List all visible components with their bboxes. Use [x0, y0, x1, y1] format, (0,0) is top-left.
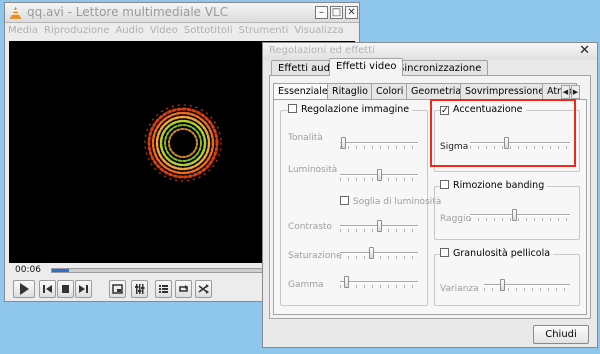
subtab-essenziale[interactable]: Essenziale — [273, 83, 333, 100]
hue-slider-thumb[interactable] — [341, 137, 346, 149]
gamma-slider[interactable] — [340, 275, 418, 289]
menu-riproduzione[interactable]: Riproduzione — [41, 23, 112, 36]
close-window-button[interactable]: ✕ — [345, 6, 358, 19]
time-elapsed: 00:06 — [15, 265, 41, 275]
dialog-close-icon[interactable]: ✕ — [579, 43, 590, 58]
menu-media[interactable]: Media — [5, 23, 41, 36]
brightness-label: Luminosità — [288, 165, 338, 175]
playlist-button[interactable] — [155, 280, 172, 298]
previous-icon — [43, 285, 52, 293]
subtab-scroll-right-icon[interactable]: ▶ — [571, 85, 580, 99]
variance-slider[interactable] — [484, 278, 570, 292]
vlc-window-title: qq.avi - Lettore multimediale VLC — [27, 5, 229, 19]
subtab-geometria[interactable]: Geometria — [406, 83, 467, 99]
sigma-slider-thumb[interactable] — [504, 137, 509, 149]
saturation-label: Saturazione — [288, 251, 342, 261]
brightness-slider-thumb[interactable] — [377, 169, 382, 181]
loop-button[interactable] — [175, 280, 192, 298]
variance-label: Varianza — [440, 284, 479, 294]
menu-video[interactable]: Video — [147, 23, 181, 36]
essenziale-panel: Regolazione immagine Tonalità Luminosità… — [273, 99, 587, 315]
seek-slider[interactable] — [51, 268, 271, 273]
play-button[interactable] — [13, 280, 35, 298]
image-adjust-header: Regolazione immagine — [288, 104, 413, 115]
contrast-slider-thumb[interactable] — [377, 220, 382, 232]
brightness-slider[interactable] — [340, 168, 418, 182]
shuffle-button[interactable] — [195, 280, 212, 298]
variance-slider-thumb[interactable] — [500, 279, 505, 291]
chiudi-button[interactable]: Chiudi — [533, 325, 589, 344]
radius-slider[interactable] — [470, 208, 570, 222]
subtab-sovrimpressione[interactable]: Sovrimpressione — [460, 83, 550, 99]
vlc-menubar: Media Riproduzione Audio Video Sottotitoli St… — [5, 23, 359, 40]
next-icon — [79, 285, 88, 293]
audio-visualization — [144, 104, 222, 182]
sigma-slider[interactable] — [470, 136, 570, 150]
radius-slider-thumb[interactable] — [512, 209, 517, 221]
extended-settings-button[interactable] — [131, 280, 148, 298]
threshold-label: Soglia di luminosità — [353, 197, 442, 207]
previous-button[interactable] — [39, 280, 56, 298]
contrast-slider[interactable] — [340, 219, 418, 233]
minimize-button[interactable]: – — [315, 6, 328, 19]
grain-header: Granulosità pellicola — [440, 248, 554, 259]
saturation-slider[interactable] — [340, 246, 418, 260]
hue-slider[interactable] — [340, 136, 418, 150]
image-adjust-checkbox[interactable] — [288, 104, 297, 113]
dialog-titlebar[interactable]: Regolazioni ed effetti ✕ — [263, 43, 597, 60]
stop-icon — [62, 285, 69, 293]
grain-checkbox[interactable] — [440, 248, 449, 257]
hue-label: Tonalità — [288, 133, 323, 143]
gamma-slider-thumb[interactable] — [344, 276, 349, 288]
contrast-label: Contrasto — [288, 222, 332, 232]
sharpen-header: ✓ Accentuazione — [440, 104, 526, 116]
seek-progress — [52, 269, 70, 272]
subtab-scroll-left-icon[interactable]: ◀ — [561, 85, 570, 99]
sharpen-label: Accentuazione — [453, 104, 523, 115]
banding-checkbox[interactable] — [440, 180, 449, 189]
threshold-row: Soglia di luminosità — [340, 196, 444, 207]
vlc-cone-icon — [10, 6, 21, 19]
vlc-titlebar[interactable]: qq.avi - Lettore multimediale VLC – □ ✕ — [5, 3, 359, 23]
tab-sincronizzazione[interactable]: Sincronizzazione — [391, 60, 489, 76]
adjustments-dialog: Regolazioni ed effetti ✕ Effetti audio E… — [262, 42, 598, 348]
menu-strumenti[interactable]: Strumenti — [236, 23, 292, 36]
banding-header: Rimozione banding — [440, 180, 548, 191]
image-adjust-label: Regolazione immagine — [301, 104, 410, 115]
banding-label: Rimozione banding — [453, 180, 545, 191]
sigma-label: Sigma — [440, 142, 469, 152]
menu-audio[interactable]: Audio — [112, 23, 146, 36]
gamma-label: Gamma — [288, 280, 324, 290]
shuffle-icon — [198, 284, 209, 294]
dialog-title: Regolazioni ed effetti — [269, 45, 375, 56]
subtab-strip: Essenziale Ritaglio Colori Geometria Sov… — [273, 83, 587, 100]
saturation-slider-thumb[interactable] — [369, 247, 374, 259]
loop-icon — [179, 285, 188, 292]
stop-button[interactable] — [57, 280, 74, 298]
maximize-button[interactable]: □ — [330, 6, 343, 19]
radius-label: Raggio — [440, 214, 472, 224]
tab-effetti-video[interactable]: Effetti video — [329, 58, 404, 76]
fullscreen-icon — [112, 284, 123, 294]
menu-sottotitoli[interactable]: Sottotitoli — [181, 23, 236, 36]
sharpen-checkbox[interactable]: ✓ — [440, 106, 449, 116]
threshold-checkbox[interactable] — [340, 196, 349, 205]
menu-visualizza[interactable]: Visualizza — [291, 23, 346, 36]
play-icon — [20, 283, 29, 295]
equalizer-icon — [135, 284, 145, 294]
subtab-colori[interactable]: Colori — [371, 83, 409, 99]
subtab-ritaglio[interactable]: Ritaglio — [327, 83, 373, 99]
next-button[interactable] — [75, 280, 92, 298]
grain-label: Granulosità pellicola — [453, 248, 551, 259]
playlist-icon — [159, 285, 168, 293]
fullscreen-button[interactable] — [109, 280, 126, 298]
